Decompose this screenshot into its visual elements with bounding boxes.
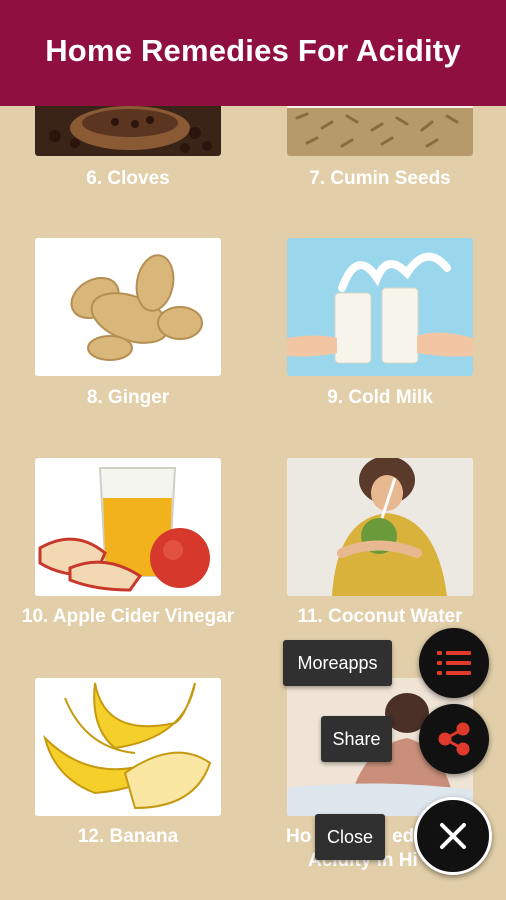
remedy-label: 8. Ginger <box>86 387 170 408</box>
remedy-label: 12. Banana <box>77 826 179 847</box>
banana-image <box>35 678 221 816</box>
moreapps-fab[interactable] <box>419 628 489 698</box>
close-fab[interactable] <box>414 797 492 875</box>
page-title: Home Remedies For Acidity <box>45 33 461 68</box>
ginger-image <box>35 238 221 376</box>
remedy-label: 9. Cold Milk <box>327 387 433 408</box>
remedy-label: 10. Apple Cider Vinegar <box>21 606 235 627</box>
remedy-label-fragment: Ho <box>286 826 312 847</box>
remedy-label: 7. Cumin Seeds <box>309 168 451 189</box>
moreapps-button[interactable]: Moreapps <box>283 640 392 686</box>
share-button[interactable]: Share <box>321 716 392 762</box>
remedy-card-ginger[interactable] <box>35 238 221 376</box>
share-icon <box>438 722 470 756</box>
remedy-card-cold-milk[interactable] <box>287 238 473 376</box>
remedy-label: 11. Coconut Water <box>297 606 463 627</box>
app-header: Home Remedies For Acidity <box>0 0 506 106</box>
close-icon <box>440 823 466 849</box>
coconut-water-image <box>287 458 473 596</box>
list-icon <box>437 651 471 675</box>
remedy-card-coconut-water[interactable] <box>287 458 473 596</box>
close-label-button[interactable]: Close <box>315 814 385 860</box>
apple-cider-vinegar-image <box>35 458 221 596</box>
share-fab[interactable] <box>419 704 489 774</box>
cold-milk-image <box>287 238 473 376</box>
remedy-card-banana[interactable] <box>35 678 221 816</box>
remedy-label: 6. Cloves <box>86 168 170 189</box>
remedy-label-fragment: ed <box>392 826 415 847</box>
remedy-card-apple-cider-vinegar[interactable] <box>35 458 221 596</box>
